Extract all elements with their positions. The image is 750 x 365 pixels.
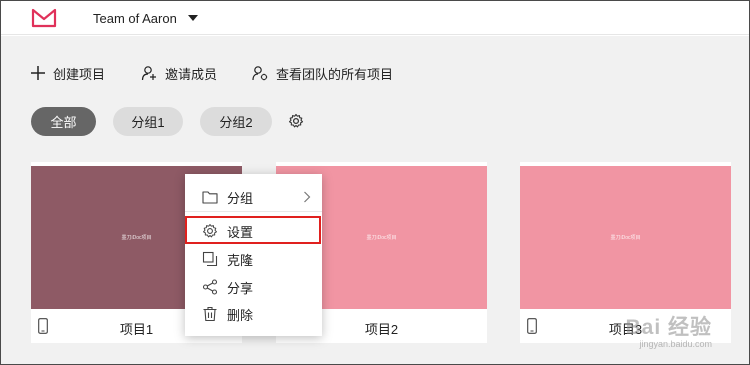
thumbnail-text: 墨刀iDoc项目 (121, 235, 152, 241)
menu-item-clone[interactable]: 克隆 (185, 246, 322, 272)
view-team-projects-label: 查看团队的所有项目 (276, 66, 394, 82)
watermark-sub-text: jingyan.baidu.com (639, 339, 712, 349)
team-projects-icon (252, 66, 268, 81)
project-context-menu: 分组 设置 克隆 分享 删除 (185, 174, 322, 336)
create-project-button[interactable]: 创建项目 (31, 63, 105, 83)
invite-member-label: 邀请成员 (165, 66, 218, 82)
folder-icon (202, 191, 218, 204)
filter-all-label: 全部 (50, 115, 77, 130)
menu-item-settings[interactable]: 设置 (185, 218, 322, 244)
filter-group2-label: 分组2 (219, 115, 253, 130)
view-team-projects-button[interactable]: 查看团队的所有项目 (252, 63, 393, 83)
menu-item-label: 删除 (227, 307, 254, 323)
project-thumbnail[interactable]: 墨刀iDoc项目 (520, 166, 731, 309)
create-project-label: 创建项目 (53, 66, 106, 82)
menu-item-label: 设置 (227, 224, 254, 240)
invite-member-button[interactable]: 邀请成员 (141, 63, 217, 83)
watermark-main-text: Bai 经验 (625, 316, 712, 339)
filter-group1-label: 分组1 (131, 115, 165, 130)
caret-down-icon[interactable] (188, 15, 198, 21)
top-header: Team of Aaron (1, 1, 749, 35)
menu-divider (185, 211, 322, 212)
plus-icon (31, 66, 45, 80)
baidu-jingyan-watermark: Bai 经验 jingyan.baidu.com (625, 311, 712, 349)
filter-all-pill[interactable]: 全部 (31, 107, 96, 136)
menu-item-label: 分享 (227, 280, 254, 296)
group-settings-gear-icon[interactable] (288, 113, 304, 129)
share-icon (202, 279, 218, 295)
filter-group2-pill[interactable]: 分组2 (200, 107, 272, 136)
menu-item-label: 分组 (227, 190, 254, 206)
trash-icon (203, 306, 217, 322)
menu-item-group[interactable]: 分组 (185, 184, 322, 210)
modao-logo-icon[interactable] (31, 8, 57, 28)
clone-icon (202, 251, 218, 267)
gear-icon (203, 224, 217, 238)
thumbnail-text: 墨刀iDoc项目 (610, 235, 641, 241)
thumbnail-text: 墨刀iDoc项目 (366, 235, 397, 241)
filter-group1-pill[interactable]: 分组1 (113, 107, 183, 136)
menu-item-share[interactable]: 分享 (185, 274, 322, 300)
team-switcher-label[interactable]: Team of Aaron (93, 11, 177, 26)
menu-item-delete[interactable]: 删除 (185, 301, 322, 327)
menu-item-label: 克隆 (227, 252, 254, 268)
add-user-icon (141, 66, 156, 81)
chevron-right-icon (304, 191, 311, 203)
